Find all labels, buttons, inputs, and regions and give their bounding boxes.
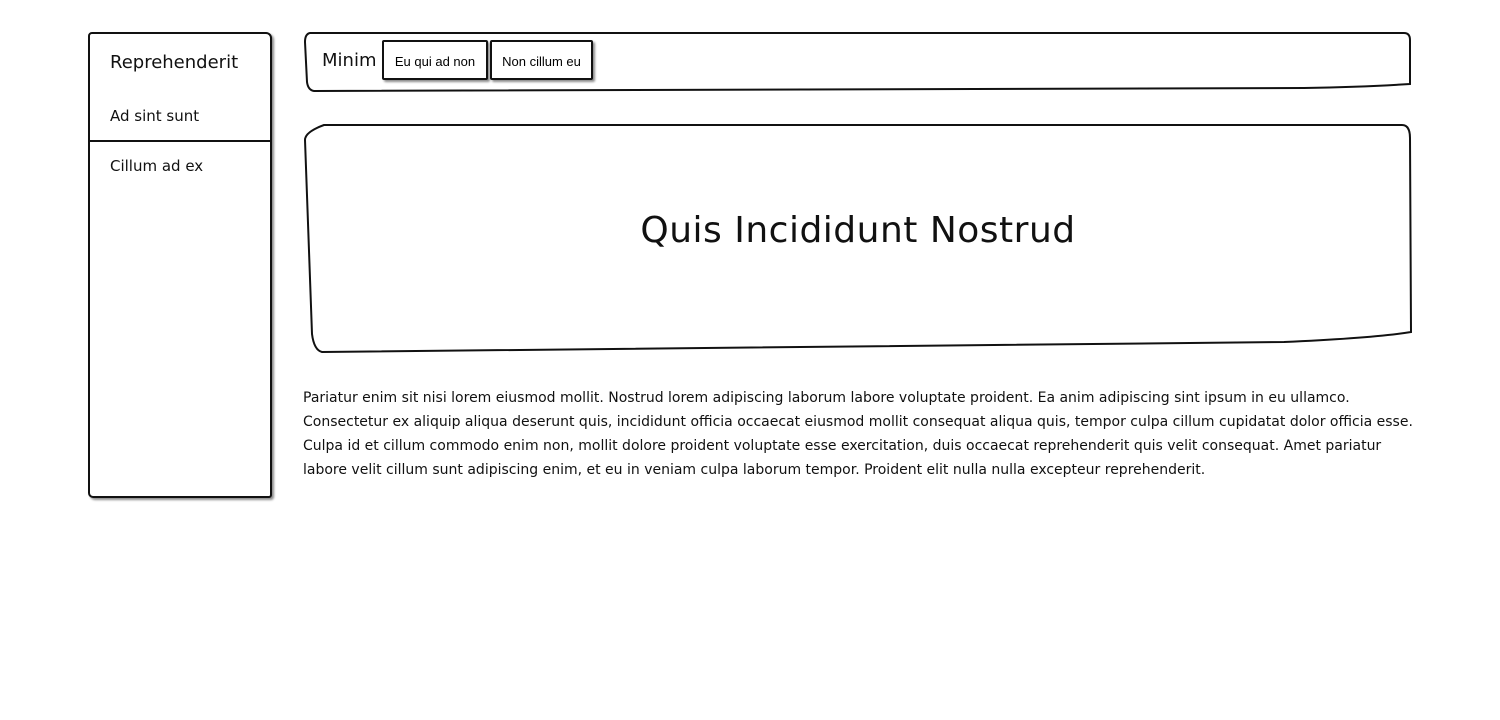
nav-button-non-cillum-eu[interactable]: Non cillum eu bbox=[490, 40, 593, 80]
sidebar-divider bbox=[90, 140, 270, 142]
sidebar-title: Reprehenderit bbox=[110, 52, 239, 73]
sidebar-item-ad-sint-sunt[interactable]: Ad sint sunt bbox=[110, 107, 199, 125]
hero-title: Quis Incididunt Nostrud bbox=[640, 210, 1076, 251]
nav-button-eu-qui-ad-non[interactable]: Eu qui ad non bbox=[382, 40, 488, 80]
navbar-brand[interactable]: Minim bbox=[322, 50, 376, 71]
body-paragraph: Pariatur enim sit nisi lorem eiusmod mol… bbox=[303, 390, 1413, 478]
page: Reprehenderit Ad sint sunt Cillum ad ex … bbox=[0, 0, 1500, 720]
top-navbar: Minim Eu qui ad non Non cillum eu bbox=[304, 32, 1412, 92]
sidebar: Reprehenderit Ad sint sunt Cillum ad ex bbox=[88, 32, 272, 498]
sidebar-item-cillum-ad-ex[interactable]: Cillum ad ex bbox=[110, 157, 203, 175]
hero-banner: Quis Incididunt Nostrud bbox=[304, 124, 1412, 354]
